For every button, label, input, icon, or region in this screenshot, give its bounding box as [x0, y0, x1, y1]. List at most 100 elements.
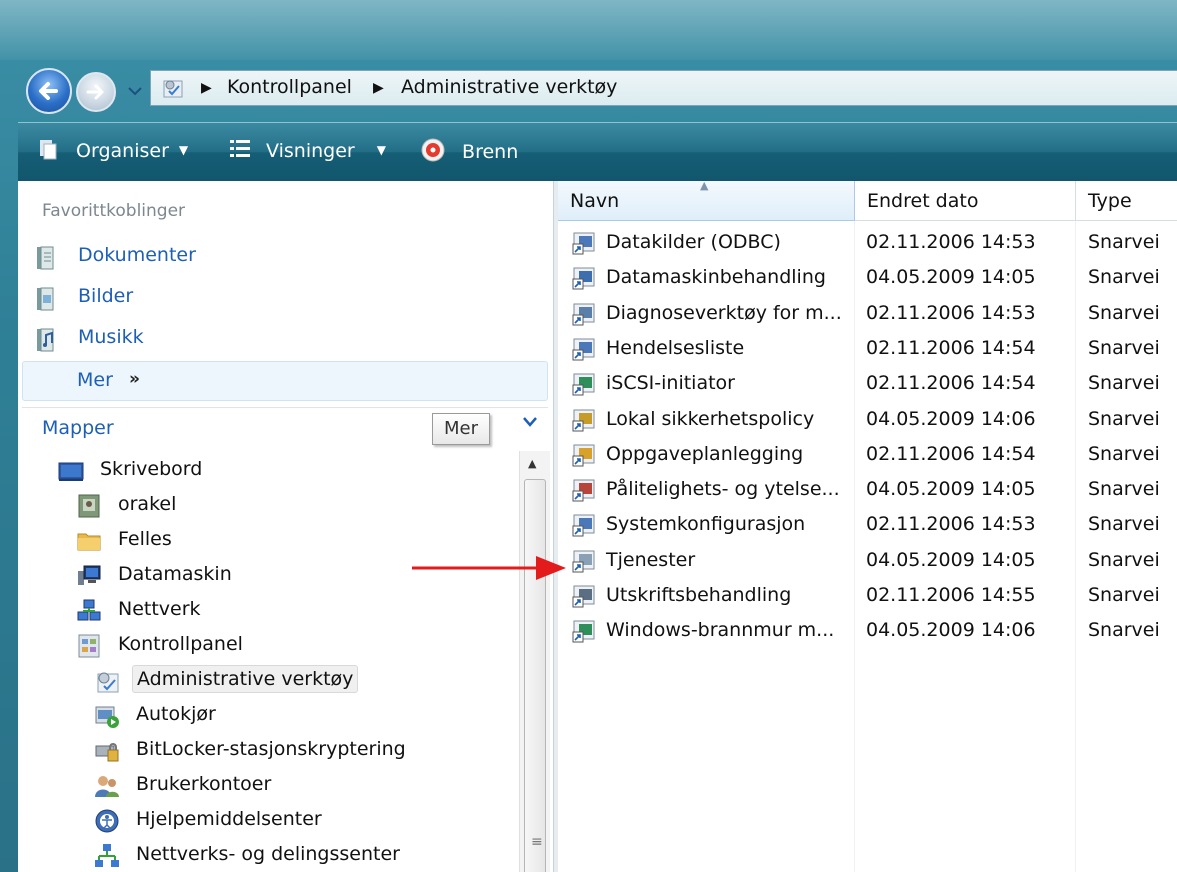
burn-button[interactable]: Brenn — [420, 137, 518, 167]
more-favorites-button[interactable]: Mer » — [22, 361, 548, 401]
file-row[interactable]: Tjenester 04.05.2009 14:05 Snarvei — [558, 543, 1177, 578]
file-modified-date: 04.05.2009 14:06 — [866, 619, 1036, 642]
file-modified-date: 02.11.2006 14:53 — [866, 301, 1036, 324]
file-row[interactable]: Hendelsesliste 02.11.2006 14:54 Snarvei — [558, 331, 1177, 366]
file-type: Snarvei — [1088, 619, 1160, 642]
forward-arrow-icon — [86, 84, 104, 100]
tree-item-label: Datamaskin — [118, 563, 232, 585]
file-type: Snarvei — [1088, 513, 1160, 536]
explorer-window: ▶ Kontrollpanel ▶ Administrative verktøy… — [0, 0, 1177, 872]
desktop-icon — [58, 462, 84, 481]
grip-icon: ≡ — [531, 834, 543, 850]
sort-ascending-icon: ▲ — [700, 179, 709, 192]
tree-item-label: Autokjør — [136, 703, 216, 725]
chevron-down-icon: ▼ — [178, 143, 189, 157]
column-header-navn[interactable]: ▲ Navn — [558, 179, 855, 221]
column-header-label: Endret dato — [867, 190, 979, 212]
favorite-link-bilder[interactable]: Bilder — [32, 282, 552, 316]
organise-button[interactable]: Organiser ▼ — [38, 137, 188, 167]
user-folder-icon — [78, 494, 100, 518]
file-modified-date: 04.05.2009 14:05 — [866, 266, 1036, 289]
file-type: Snarvei — [1088, 372, 1160, 395]
column-header-endret-dato[interactable]: Endret dato — [855, 181, 1076, 221]
folders-title[interactable]: Mapper — [42, 417, 114, 439]
favorite-label: Bilder — [78, 285, 134, 307]
breadcrumb-admin-tools[interactable]: Administrative verktøy — [401, 76, 617, 98]
tree-item-label: Nettverk — [118, 598, 201, 620]
reliability-shortcut-icon — [572, 479, 595, 502]
file-name: Utskriftsbehandling — [606, 584, 792, 606]
folder-icon — [77, 533, 101, 551]
breadcrumb-separator-icon[interactable]: ▶ — [373, 80, 384, 96]
organise-icon — [40, 140, 57, 160]
scrollbar-thumb[interactable]: ≡ — [524, 479, 546, 872]
computer-management-shortcut-icon — [572, 267, 595, 290]
column-header-type[interactable]: Type — [1076, 181, 1177, 221]
favorite-link-dokumenter[interactable]: Dokumenter — [32, 241, 552, 275]
favorite-link-musikk[interactable]: Musikk — [32, 323, 552, 357]
file-type: Snarvei — [1088, 548, 1160, 571]
file-row[interactable]: Lokal sikkerhetspolicy 04.05.2009 14:06 Sn… — [558, 402, 1177, 437]
command-bar: Organiser ▼ Visninger ▼ Brenn — [18, 122, 1177, 181]
file-row[interactable]: Systemkonfigurasjon 02.11.2006 14:53 Snarv… — [558, 507, 1177, 542]
pane-divider — [22, 407, 548, 408]
tree-item-label: Nettverks- og delingssenter — [136, 843, 400, 865]
tree-item-label: Felles — [118, 528, 172, 550]
favorite-label: Musikk — [78, 326, 144, 348]
tree-item-label: Administrative verktøy — [132, 665, 359, 693]
back-arrow-icon — [39, 82, 58, 100]
file-type: Snarvei — [1088, 336, 1160, 359]
annotation-arrow-icon — [412, 556, 566, 580]
task-scheduler-shortcut-icon — [572, 444, 595, 467]
file-type: Snarvei — [1088, 584, 1160, 606]
file-modified-date: 02.11.2006 14:54 — [866, 372, 1036, 395]
breadcrumb-separator-icon[interactable]: ▶ — [201, 80, 212, 96]
file-modified-date: 02.11.2006 14:55 — [866, 584, 1036, 606]
file-name: Tjenester — [606, 548, 696, 571]
title-bar — [0, 0, 1177, 60]
column-header-label: Type — [1088, 190, 1132, 212]
folders-collapse-chevron-icon[interactable] — [521, 413, 539, 434]
file-row[interactable]: Pålitelighets- og ytelse... 04.05.2009 14… — [558, 472, 1177, 507]
file-name: Datamaskinbehandling — [606, 266, 826, 289]
print-management-shortcut-icon — [572, 585, 595, 608]
bitlocker-icon — [95, 743, 119, 762]
file-modified-date: 02.11.2006 14:54 — [866, 336, 1036, 359]
file-row[interactable]: Datakilder (ODBC) 02.11.2006 14:53 Snarvei — [558, 225, 1177, 260]
folder-tree-scrollbar[interactable]: ▲ ≡ — [519, 451, 550, 872]
forward-button[interactable] — [76, 72, 116, 112]
diagnostics-shortcut-icon — [572, 303, 595, 326]
favorites-title: Favorittkoblinger — [42, 201, 186, 221]
iscsi-shortcut-icon — [572, 373, 595, 396]
file-row[interactable]: Datamaskinbehandling 04.05.2009 14:05 Snar… — [558, 260, 1177, 295]
address-bar[interactable]: ▶ Kontrollpanel ▶ Administrative verktøy — [150, 70, 1177, 106]
file-row[interactable]: Utskriftsbehandling 02.11.2006 14:55 Snarv… — [558, 578, 1177, 613]
msconfig-shortcut-icon — [572, 514, 595, 537]
file-row[interactable]: Oppgaveplanlegging 02.11.2006 14:54 Snarve… — [558, 437, 1177, 472]
file-name: Windows-brannmur m... — [606, 619, 835, 642]
breadcrumb-kontrollpanel[interactable]: Kontrollpanel — [227, 76, 352, 98]
back-button[interactable] — [26, 68, 72, 114]
file-row[interactable]: Windows-brannmur m... 04.05.2009 14:06 Sna… — [558, 613, 1177, 648]
file-modified-date: 04.05.2009 14:05 — [866, 478, 1036, 501]
firewall-shortcut-icon — [572, 620, 595, 643]
services-shortcut-icon — [572, 550, 595, 573]
recent-pages-dropdown[interactable] — [124, 80, 146, 102]
scroll-up-arrow-icon[interactable]: ▲ — [528, 457, 536, 470]
ease-of-access-icon — [95, 809, 119, 833]
user-accounts-icon — [95, 776, 119, 797]
file-type: Snarvei — [1088, 301, 1160, 324]
file-row[interactable]: Diagnoseverktøy for m... 02.11.2006 14:53… — [558, 296, 1177, 331]
tree-item-label: Kontrollpanel — [118, 633, 243, 655]
file-row[interactable]: iSCSI-initiator 02.11.2006 14:54 Snarvei — [558, 366, 1177, 401]
file-name: Datakilder (ODBC) — [606, 231, 781, 253]
double-chevron-icon: » — [129, 369, 140, 389]
odbc-shortcut-icon — [572, 232, 595, 255]
network-sharing-icon — [95, 844, 119, 867]
views-button[interactable]: Visninger ▼ — [228, 137, 386, 167]
tree-item-label: BitLocker-stasjonskryptering — [136, 738, 406, 760]
file-modified-date: 02.11.2006 14:53 — [866, 231, 1036, 253]
file-name: Oppgaveplanlegging — [606, 442, 804, 465]
file-name: Lokal sikkerhetspolicy — [606, 407, 815, 430]
pictures-icon — [37, 287, 54, 311]
